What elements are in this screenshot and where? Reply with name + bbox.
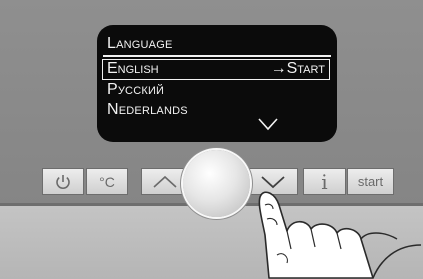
temperature-label: °C <box>99 173 115 190</box>
chevron-down-icon <box>258 118 278 131</box>
power-icon <box>56 174 70 189</box>
pointing-hand-illustration <box>258 191 422 279</box>
temperature-button[interactable]: °C <box>86 168 128 195</box>
power-button[interactable] <box>42 168 84 195</box>
selector-knob[interactable] <box>183 150 250 217</box>
menu-item[interactable]: Nederlands <box>107 101 188 119</box>
menu-title: Language <box>107 35 173 52</box>
chevron-up-icon <box>153 175 177 188</box>
title-divider <box>103 55 331 57</box>
menu-item[interactable]: Русский <box>107 81 164 99</box>
menu-item-label: English <box>107 60 159 77</box>
start-hint: →Start <box>270 60 325 77</box>
up-button[interactable] <box>141 168 189 195</box>
menu-item-selected[interactable]: English →Start <box>102 59 330 80</box>
display-screen: Language English →Start Русский Nederlan… <box>97 25 337 142</box>
